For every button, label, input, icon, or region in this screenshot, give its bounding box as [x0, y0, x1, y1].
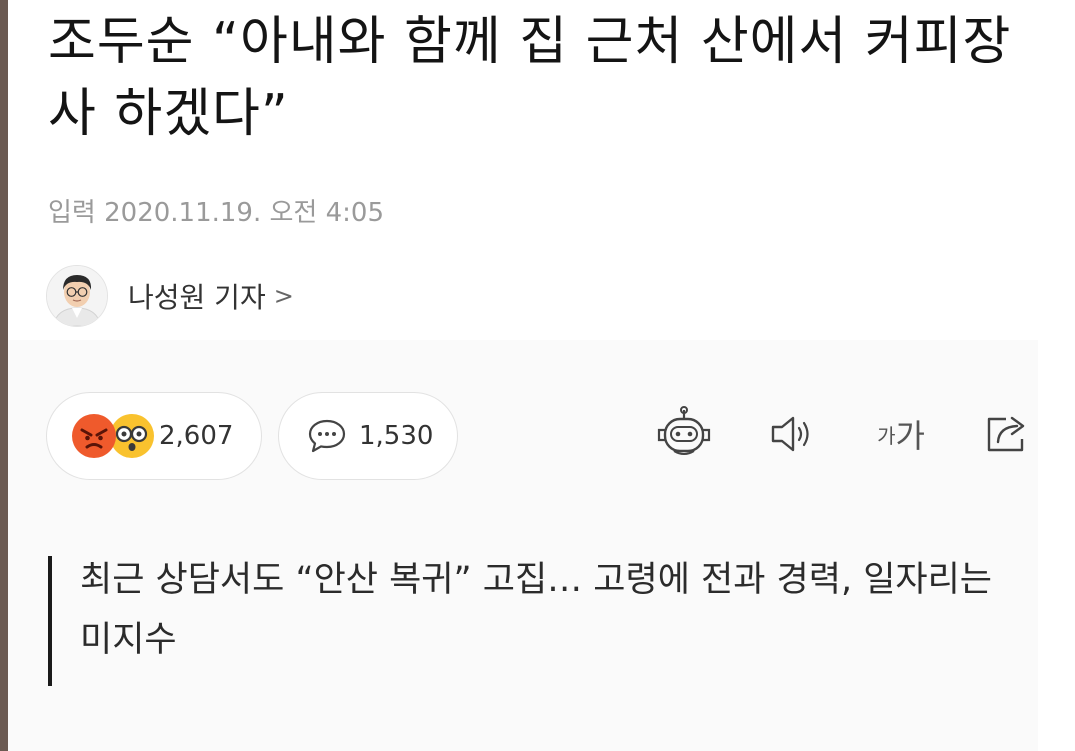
font-size-large-label: 가	[895, 417, 925, 455]
robot-icon	[654, 406, 714, 462]
reporter-link[interactable]: 나성원 기자 >	[46, 264, 294, 328]
angry-emoji-icon	[71, 413, 117, 463]
comment-button[interactable]: 1,530	[278, 392, 458, 480]
article-headline: 조두순 “아내와 함께 집 근처 산에서 커피장사 하겠다”	[48, 12, 1012, 144]
chevron-right-icon: >	[273, 282, 294, 310]
robot-summary-button[interactable]	[652, 404, 716, 464]
reaction-button[interactable]: 2,607	[46, 392, 262, 480]
reaction-count: 2,607	[159, 421, 234, 451]
share-icon	[984, 412, 1032, 456]
font-size-button[interactable]: 가 가	[870, 404, 932, 464]
article-page: 조두순 “아내와 함께 집 근처 산에서 커피장사 하겠다” 입력 2020.1…	[8, 0, 1075, 751]
article-dateline: 입력 2020.11.19. 오전 4:05	[48, 198, 384, 228]
reporter-name: 나성원 기자	[128, 281, 266, 314]
article-action-bar: 2,607 1,530 가 가	[8, 340, 1038, 520]
reporter-avatar	[46, 265, 108, 327]
text-to-speech-button[interactable]	[766, 404, 822, 464]
article-subheadline: 최근 상담서도 “안산 복귀” 고집… 고령에 전과 경력, 일자리는 미지수	[80, 560, 992, 660]
reaction-emojis	[71, 411, 155, 461]
quote-bar	[48, 556, 52, 686]
comment-count: 1,530	[359, 421, 434, 451]
share-button[interactable]	[982, 404, 1034, 464]
comment-bubble-icon	[307, 418, 347, 454]
article-subheadline-block: 최근 상담서도 “안산 복귀” 고집… 고령에 전과 경력, 일자리는 미지수	[8, 520, 1038, 751]
speaker-icon	[769, 412, 819, 456]
font-size-small-label: 가	[877, 423, 896, 448]
